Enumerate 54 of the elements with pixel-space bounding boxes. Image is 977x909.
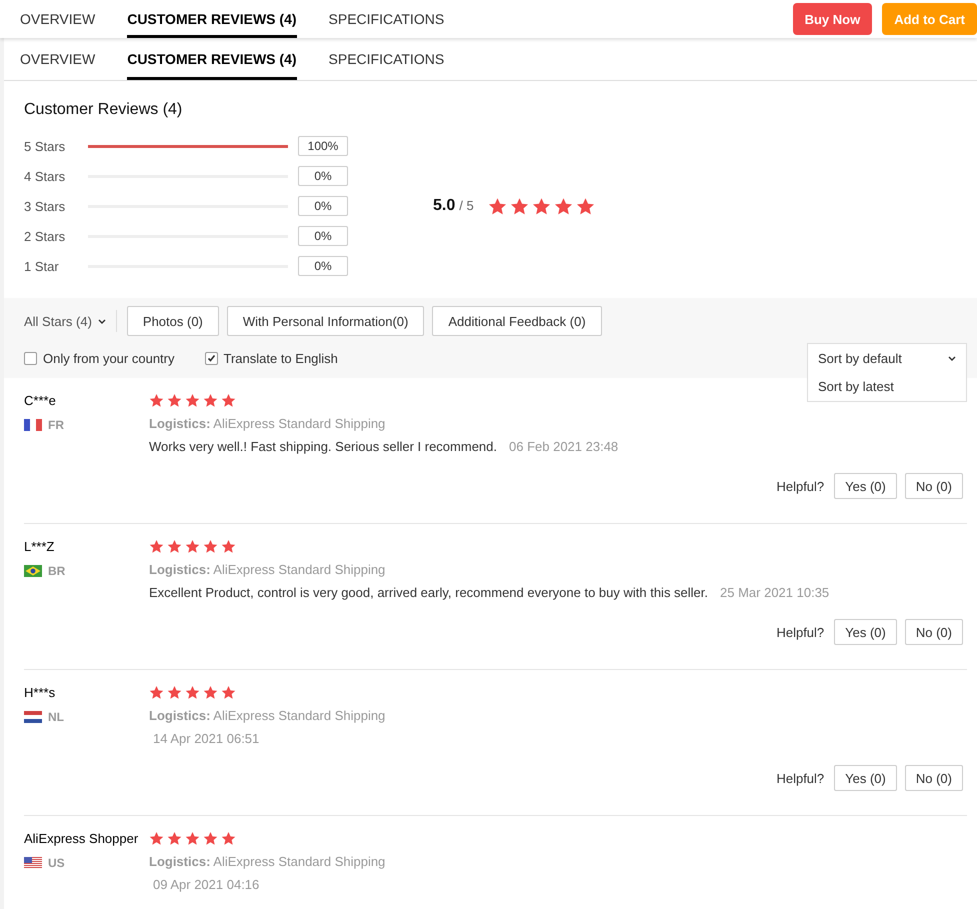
review-text: Excellent Product, control is very good, arrived early, recommend everyone to buy with this seller. [149, 585, 708, 600]
review-date: 25 Mar 2021 10:35 [720, 585, 830, 600]
rating-label: 5 Stars [24, 138, 66, 154]
buy-now-button[interactable]: Buy Now [792, 3, 872, 35]
country-code: NL [48, 710, 64, 724]
helpful-yes-button[interactable]: Yes (0) [834, 765, 897, 791]
tab[interactable]: OVERVIEW [20, 38, 96, 80]
rating-label: 2 Stars [24, 228, 66, 244]
filter-button[interactable]: Additional Feedback (0) [432, 306, 602, 336]
filter-button[interactable]: Photos (0) [126, 306, 219, 336]
reviewer-name: H***s [24, 685, 56, 700]
tab[interactable]: CUSTOMER REVIEWS (4) [127, 38, 297, 80]
country-code: BR [48, 564, 66, 578]
review-date: 09 Apr 2021 04:16 [153, 877, 260, 892]
rating-label: 3 Stars [24, 198, 66, 214]
filter-button[interactable]: With Personal Information(0) [226, 306, 424, 336]
reviewer-name: AliExpress Shopper [24, 831, 140, 846]
average-score: 5.0 [433, 196, 456, 214]
tab[interactable]: OVERVIEW [20, 0, 96, 38]
percent-label: 0% [298, 166, 348, 186]
reviewer-name: L***Z [24, 539, 56, 554]
checkbox-label: Translate to English [224, 350, 338, 366]
reviewer-name: C***e [24, 393, 57, 408]
checkbox-label: Only from your country [43, 350, 174, 366]
helpful-label: Helpful? [776, 478, 824, 494]
helpful-no-button[interactable]: No (0) [904, 473, 963, 499]
logistics-info: Logistics: AliExpress Standard Shipping [149, 708, 386, 723]
review-text: Works very well.! Fast shipping. Serious seller I recommend. [149, 439, 497, 454]
helpful-yes-button[interactable]: Yes (0) [834, 473, 897, 499]
review-date: 06 Feb 2021 23:48 [509, 439, 618, 454]
helpful-label: Helpful? [776, 624, 824, 640]
rating-label: 1 Star [24, 258, 60, 274]
country-code: FR [48, 418, 64, 432]
helpful-no-button[interactable]: No (0) [904, 619, 963, 645]
sort-option[interactable]: Sort by latest [808, 372, 966, 401]
percent-label: 0% [298, 256, 348, 276]
logistics-info: Logistics: AliExpress Standard Shipping [149, 854, 386, 869]
rating-label: 4 Stars [24, 168, 66, 184]
sort-dropdown[interactable]: Sort by default [807, 343, 967, 373]
logistics-info: Logistics: AliExpress Standard Shipping [149, 562, 386, 577]
helpful-yes-button[interactable]: Yes (0) [834, 619, 897, 645]
section-title: Customer Reviews (4) [24, 101, 184, 119]
star-filter-dropdown[interactable]: All Stars (4) [24, 310, 117, 332]
helpful-no-button[interactable]: No (0) [904, 765, 963, 791]
review-date: 14 Apr 2021 06:51 [153, 731, 260, 746]
percent-label: 100% [298, 136, 348, 156]
logistics-info: Logistics: AliExpress Standard Shipping [149, 416, 386, 431]
percent-label: 0% [298, 226, 348, 246]
percent-label: 0% [298, 196, 348, 216]
helpful-label: Helpful? [776, 770, 824, 786]
country-code: US [48, 856, 65, 870]
score-scale: / 5 [459, 198, 474, 212]
tab[interactable]: SPECIFICATIONS [328, 0, 444, 38]
tab[interactable]: SPECIFICATIONS [328, 38, 444, 80]
